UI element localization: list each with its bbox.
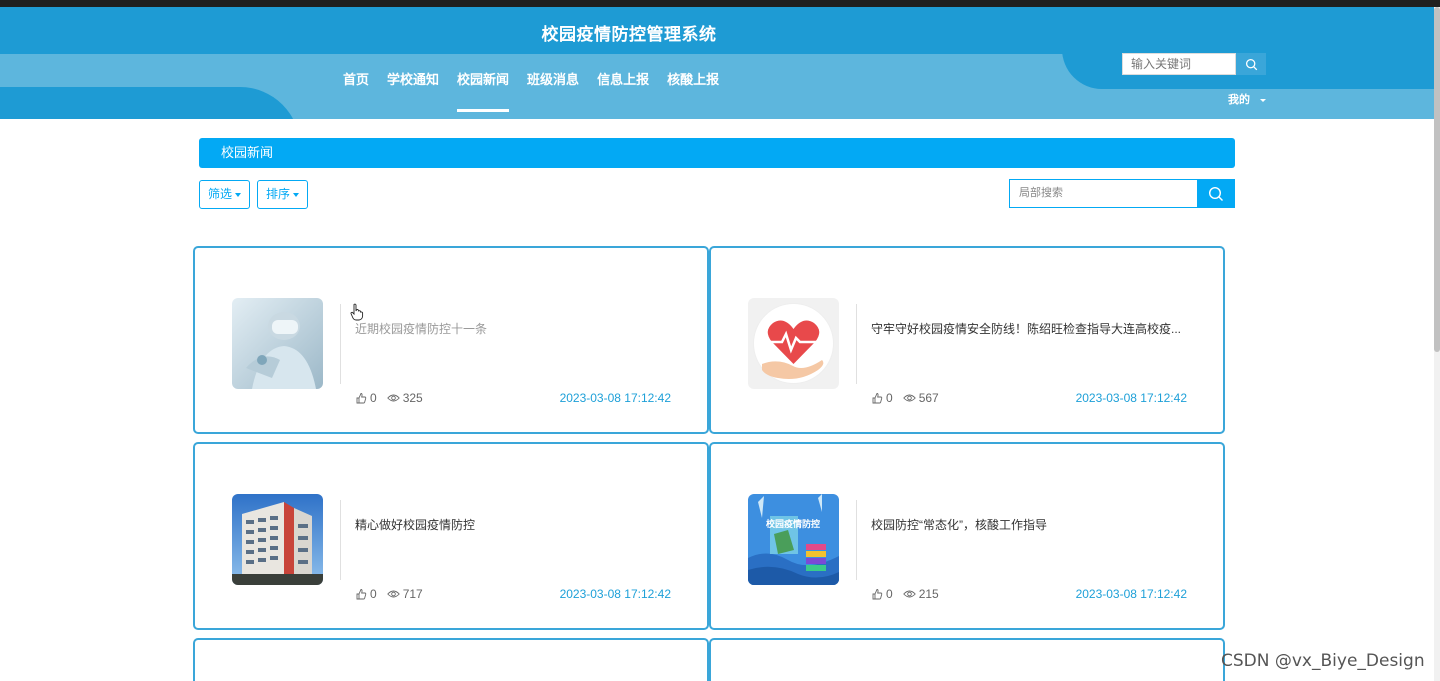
nav-school-notice[interactable]: 学校通知 xyxy=(378,72,448,112)
card-divider xyxy=(856,304,857,384)
nav-home[interactable]: 首页 xyxy=(334,72,378,112)
news-card[interactable] xyxy=(709,638,1225,681)
header-search-input[interactable]: 输入关键词 xyxy=(1122,53,1236,75)
hand-cursor-icon xyxy=(350,303,364,321)
news-stats: 0 717 xyxy=(355,587,433,601)
news-thumbnail[interactable]: 校园疫情防控 xyxy=(748,494,839,585)
news-card[interactable]: 校园疫情防控 校园防控“常态化”，核酸工作指导 0 215 2023-03-08… xyxy=(709,442,1225,630)
card-divider xyxy=(856,500,857,580)
header-curve-decoration xyxy=(0,87,300,119)
nav-nucleic-report[interactable]: 核酸上报 xyxy=(658,72,728,112)
user-menu[interactable]: 我的 xyxy=(1228,91,1266,107)
card-divider xyxy=(340,304,341,384)
news-title[interactable]: 近期校园疫情防控十一条 xyxy=(355,320,685,337)
news-thumbnail[interactable] xyxy=(232,494,323,585)
news-card[interactable]: 精心做好校园疫情防控 0 717 2023-03-08 17:12:42 xyxy=(193,442,709,630)
user-menu-label: 我的 xyxy=(1228,94,1250,106)
chevron-down-icon xyxy=(293,192,300,197)
main-nav: 首页 学校通知 校园新闻 班级消息 信息上报 核酸上报 xyxy=(334,72,728,112)
news-date: 2023-03-08 17:12:42 xyxy=(1075,587,1187,601)
news-thumbnail[interactable] xyxy=(748,298,839,389)
news-date: 2023-03-08 17:12:42 xyxy=(1075,391,1187,405)
csdn-watermark: CSDN @vx_Biye_Design xyxy=(1221,651,1425,671)
header-search: 输入关键词 xyxy=(1122,53,1266,75)
eye-icon xyxy=(902,394,916,402)
search-icon xyxy=(1245,58,1257,70)
chevron-down-icon xyxy=(235,192,242,197)
nav-campus-news[interactable]: 校园新闻 xyxy=(448,72,518,112)
header-search-button[interactable] xyxy=(1236,53,1266,75)
nav-info-report[interactable]: 信息上报 xyxy=(588,72,658,112)
view-count: 215 xyxy=(918,587,939,601)
news-date: 2023-03-08 17:12:42 xyxy=(559,587,671,601)
poster-caption: 校园疫情防控 xyxy=(766,518,820,530)
view-count: 325 xyxy=(402,391,423,405)
news-title[interactable]: 守牢守好校园疫情安全防线！陈绍旺检查指导大连高校疫... xyxy=(871,320,1201,337)
view-count: 717 xyxy=(402,587,423,601)
thumbs-up-icon xyxy=(356,589,367,600)
site-title: 校园疫情防控管理系统 xyxy=(541,25,717,44)
sort-label: 排序 xyxy=(266,187,291,201)
local-search-button[interactable] xyxy=(1197,179,1235,208)
like-count: 0 xyxy=(886,587,893,601)
building-photo xyxy=(232,494,323,585)
thumbs-up-icon xyxy=(872,589,883,600)
news-stats: 0 567 xyxy=(871,391,949,405)
local-search: 局部搜索 xyxy=(1009,179,1235,208)
filter-button[interactable]: 筛选 xyxy=(199,180,251,209)
news-stats: 0 325 xyxy=(355,391,433,405)
thumbs-up-icon xyxy=(356,393,367,404)
local-search-input[interactable]: 局部搜索 xyxy=(1009,179,1197,208)
eye-icon xyxy=(386,394,400,402)
eye-icon xyxy=(902,590,916,598)
nav-class-message[interactable]: 班级消息 xyxy=(518,72,588,112)
news-thumbnail[interactable] xyxy=(232,298,323,389)
news-title[interactable]: 精心做好校园疫情防控 xyxy=(355,516,685,533)
view-count: 567 xyxy=(918,391,939,405)
section-title-bar: 校园新闻 xyxy=(199,138,1235,168)
doctor-photo xyxy=(232,298,323,389)
sort-button[interactable]: 排序 xyxy=(257,180,309,209)
news-card[interactable]: 守牢守好校园疫情安全防线！陈绍旺检查指导大连高校疫... 0 567 2023-… xyxy=(709,246,1225,434)
scrollbar-thumb[interactable] xyxy=(1434,7,1440,352)
like-count: 0 xyxy=(370,587,377,601)
filter-label: 筛选 xyxy=(208,187,233,201)
news-date: 2023-03-08 17:12:42 xyxy=(559,391,671,405)
news-title[interactable]: 校园防控“常态化”，核酸工作指导 xyxy=(871,516,1201,533)
chevron-down-icon xyxy=(1260,98,1266,102)
news-stats: 0 215 xyxy=(871,587,949,601)
heart-hand-icon xyxy=(748,298,839,389)
search-icon xyxy=(1208,186,1223,201)
campus-poster: 校园疫情防控 xyxy=(748,494,839,585)
news-card[interactable]: 近期校园疫情防控十一条 0 325 2023-03-08 17:12:42 xyxy=(193,246,709,434)
page-scrollbar[interactable] xyxy=(1434,7,1440,681)
like-count: 0 xyxy=(886,391,893,405)
card-divider xyxy=(340,500,341,580)
window-top-strip xyxy=(0,0,1440,7)
news-card[interactable] xyxy=(193,638,709,681)
eye-icon xyxy=(386,590,400,598)
thumbs-up-icon xyxy=(872,393,883,404)
like-count: 0 xyxy=(370,391,377,405)
